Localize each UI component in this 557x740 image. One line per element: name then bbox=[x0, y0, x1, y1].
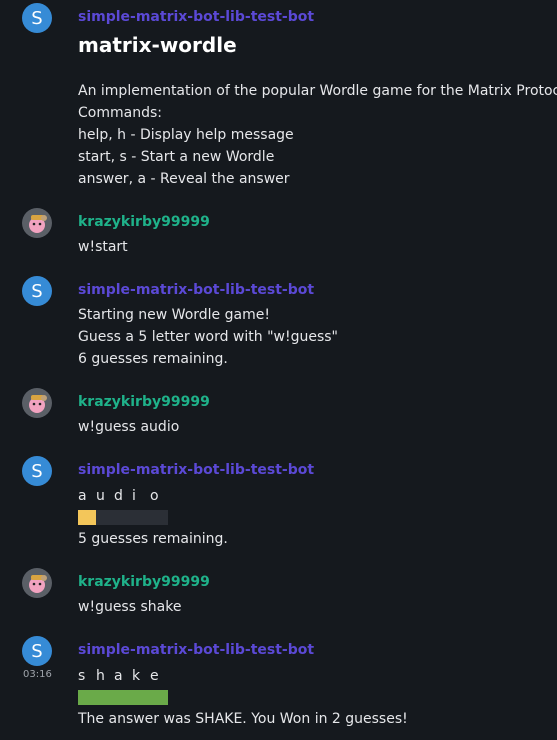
result-tile-gray bbox=[96, 510, 114, 525]
sender-name[interactable]: krazykirby99999 bbox=[78, 394, 210, 410]
user-avatar[interactable] bbox=[22, 208, 52, 238]
message-line: 5 guesses remaining. bbox=[78, 531, 228, 547]
result-tiles bbox=[78, 690, 168, 705]
guess-letter: e bbox=[150, 668, 159, 684]
sender-name[interactable]: simple-matrix-bot-lib-test-bot bbox=[78, 642, 314, 658]
message-line: Guess a 5 letter word with "w!guess" bbox=[78, 329, 338, 345]
result-tile-green bbox=[96, 690, 114, 705]
guess-letters: audio bbox=[78, 488, 168, 504]
guess-letter: d bbox=[114, 488, 123, 504]
result-tile-green bbox=[150, 690, 168, 705]
guess-letter: o bbox=[150, 488, 159, 504]
bot-avatar[interactable]: S bbox=[22, 456, 52, 486]
result-tile-green bbox=[114, 690, 132, 705]
guess-letter: i bbox=[132, 488, 136, 504]
bot-avatar[interactable]: S bbox=[22, 276, 52, 306]
user-avatar[interactable] bbox=[22, 388, 52, 418]
guess-letter: u bbox=[96, 488, 105, 504]
guess-letter: a bbox=[78, 488, 87, 504]
result-tile-green bbox=[132, 690, 150, 705]
message-line: Starting new Wordle game! bbox=[78, 307, 270, 323]
sender-name[interactable]: simple-matrix-bot-lib-test-bot bbox=[78, 9, 314, 25]
user-avatar[interactable] bbox=[22, 568, 52, 598]
message-line: The answer was SHAKE. You Won in 2 guess… bbox=[78, 711, 408, 727]
sender-name[interactable]: krazykirby99999 bbox=[78, 214, 210, 230]
message-line: help, h - Display help message bbox=[78, 127, 294, 143]
bot-avatar[interactable]: S bbox=[22, 636, 52, 666]
result-tile-gray bbox=[132, 510, 150, 525]
result-tile-yellow bbox=[78, 510, 96, 525]
result-tile-gray bbox=[150, 510, 168, 525]
message-line: An implementation of the popular Wordle … bbox=[78, 83, 557, 99]
kirby-avatar-icon bbox=[22, 388, 52, 418]
result-tile-green bbox=[78, 690, 96, 705]
sender-name[interactable]: krazykirby99999 bbox=[78, 574, 210, 590]
sender-name[interactable]: simple-matrix-bot-lib-test-bot bbox=[78, 462, 314, 478]
guess-letter: h bbox=[96, 668, 105, 684]
message-line: answer, a - Reveal the answer bbox=[78, 171, 290, 187]
kirby-avatar-icon bbox=[22, 208, 52, 238]
message-line: w!guess shake bbox=[78, 599, 182, 615]
message-heading: matrix-wordle bbox=[78, 33, 237, 57]
bot-avatar[interactable]: S bbox=[22, 3, 52, 33]
guess-letter: a bbox=[114, 668, 123, 684]
guess-letters: shake bbox=[78, 668, 168, 684]
kirby-avatar-icon bbox=[22, 568, 52, 598]
guess-letter: k bbox=[132, 668, 141, 684]
sender-name[interactable]: simple-matrix-bot-lib-test-bot bbox=[78, 282, 314, 298]
message-line: w!start bbox=[78, 239, 128, 255]
message-line: Commands: bbox=[78, 105, 162, 121]
message-line: start, s - Start a new Wordle bbox=[78, 149, 275, 165]
guess-letter: s bbox=[78, 668, 86, 684]
message-line: 6 guesses remaining. bbox=[78, 351, 228, 367]
message-timestamp[interactable]: 03:16 bbox=[23, 669, 52, 680]
message-line: w!guess audio bbox=[78, 419, 180, 435]
result-tile-gray bbox=[114, 510, 132, 525]
result-tiles bbox=[78, 510, 168, 525]
